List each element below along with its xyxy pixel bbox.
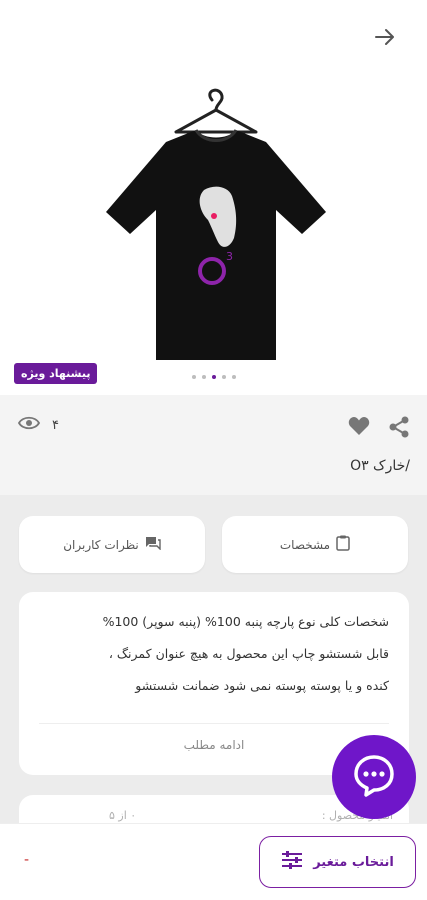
tab-specifications[interactable]: مشخصات <box>222 516 408 573</box>
description-line: قابل شستشو چاپ این محصول به هیچ عنوان کم… <box>108 646 389 661</box>
eye-icon <box>17 415 41 435</box>
description-line: شخصات کلی نوع پارچه پنبه 100% (پنبه سوپر… <box>102 614 389 629</box>
rating-value: ۰ از ۵ <box>109 809 137 822</box>
description-text: شخصات کلی نوع پارچه پنبه 100% (پنبه سوپر… <box>34 606 389 702</box>
chat-support-button[interactable] <box>332 735 416 819</box>
views-counter: ۴ <box>17 415 59 435</box>
share-icon[interactable] <box>387 415 411 439</box>
comments-icon <box>145 536 161 553</box>
pagination-dot[interactable] <box>231 375 236 379</box>
product-gallery[interactable]: 3 پیشنهاد ویژه <box>0 0 427 395</box>
product-info: ۴ /خارک O۳ <box>0 395 427 495</box>
pagination-dot[interactable] <box>201 375 206 379</box>
clipboard-icon <box>336 535 350 554</box>
variant-label: انتخاب متغیر <box>313 854 394 870</box>
tab-reviews-label: نظرات کاربران <box>63 537 139 552</box>
gallery-pagination <box>0 375 427 379</box>
views-count: ۴ <box>52 417 59 433</box>
bottom-action-bar: - انتخاب متغیر <box>0 823 427 900</box>
heart-icon[interactable] <box>348 416 372 438</box>
price-value: - <box>24 852 30 868</box>
pagination-dot-active[interactable] <box>211 375 216 379</box>
pagination-dot[interactable] <box>191 375 196 379</box>
select-variant-button[interactable]: انتخاب متغیر <box>259 836 416 888</box>
divider <box>39 723 389 724</box>
pagination-dot[interactable] <box>221 375 226 379</box>
back-arrow-icon[interactable] <box>372 24 398 50</box>
chat-bubble-icon <box>352 753 396 801</box>
tshirt-print-sup: 3 <box>226 250 233 263</box>
product-title: /خارک O۳ <box>350 458 410 474</box>
tab-reviews[interactable]: نظرات کاربران <box>19 516 205 573</box>
product-image-tshirt[interactable]: 3 <box>104 88 328 368</box>
description-line: کنده و یا پوسته پوسته نمی شود ضمانت شستش… <box>135 678 389 693</box>
tab-specifications-label: مشخصات <box>279 537 331 552</box>
special-offer-badge: پیشنهاد ویژه <box>14 363 98 384</box>
sliders-icon <box>281 851 303 873</box>
